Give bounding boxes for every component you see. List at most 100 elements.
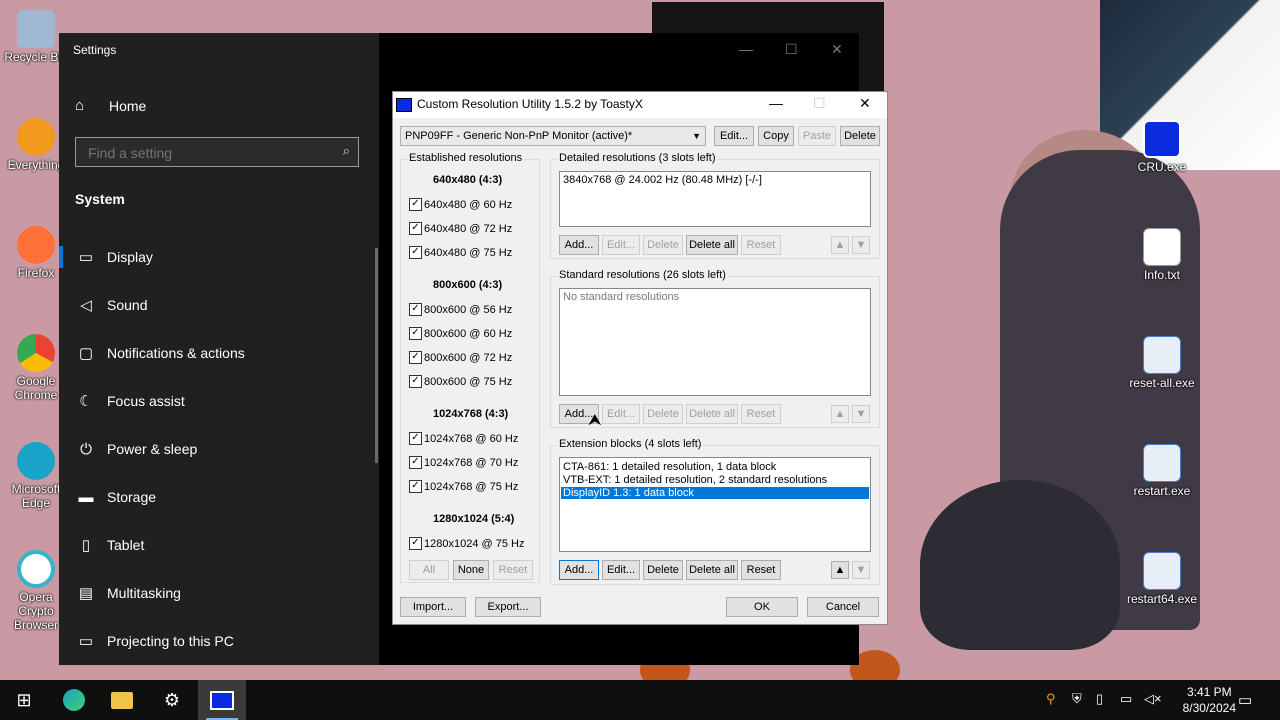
nav-storage[interactable]: ▬ Storage: [59, 473, 379, 521]
speaker-icon: ◁: [80, 297, 92, 314]
established-checkbox[interactable]: ✓ 800x600 @ 75 Hz: [409, 375, 512, 388]
sidebar-scrollbar[interactable]: [375, 248, 378, 463]
delete-monitor-button[interactable]: Delete: [840, 126, 880, 146]
usb-icon[interactable]: ▯: [1096, 691, 1103, 707]
delete-detailed-button[interactable]: Delete: [643, 235, 683, 255]
close-icon[interactable]: ✕: [831, 41, 843, 58]
list-item-selected[interactable]: DisplayID 1.3: 1 data block: [561, 487, 869, 499]
paste-button[interactable]: Paste: [798, 126, 836, 146]
chrome-icon: [17, 334, 55, 372]
established-checkbox[interactable]: ✓ 1024x768 @ 70 Hz: [409, 456, 518, 469]
start-button[interactable]: ⊞: [0, 680, 48, 720]
established-checkbox[interactable]: ✓ 640x480 @ 72 Hz: [409, 222, 512, 235]
arrow-up-icon[interactable]: ▲: [831, 405, 849, 423]
established-group-title: 800x600 (4:3): [433, 279, 503, 291]
nav-tablet[interactable]: ▯ Tablet: [59, 521, 379, 569]
desktop-icon-restart[interactable]: restart.exe: [1126, 444, 1198, 498]
reset-standard-button[interactable]: Reset: [741, 404, 781, 424]
established-checkbox[interactable]: ✓ 800x600 @ 72 Hz: [409, 351, 512, 364]
home-link[interactable]: ⌂ Home: [75, 97, 146, 114]
import-button[interactable]: Import...: [400, 597, 466, 617]
arrow-down-icon[interactable]: ▼: [852, 236, 870, 254]
desktop-icon-cru[interactable]: CRU.exe: [1126, 120, 1198, 174]
arrow-down-icon[interactable]: ▼: [852, 405, 870, 423]
clock[interactable]: 3:41 PM 8/30/2024: [1183, 684, 1236, 716]
delete-extension-button[interactable]: Delete: [643, 560, 683, 580]
reset-established-button[interactable]: Reset: [493, 560, 533, 580]
close-icon[interactable]: ✕: [859, 95, 871, 112]
maximize-icon[interactable]: ☐: [785, 41, 798, 58]
desktop-icon-restart64[interactable]: restart64.exe: [1126, 552, 1198, 606]
export-button[interactable]: Export...: [475, 597, 541, 617]
all-button[interactable]: All: [409, 560, 449, 580]
edge-icon: [63, 689, 85, 711]
add-detailed-button[interactable]: Add...: [559, 235, 599, 255]
nav-multitasking[interactable]: ▤ Multitasking: [59, 569, 379, 617]
power-icon: ⏻: [80, 440, 92, 458]
search-box[interactable]: ⌕: [75, 137, 359, 167]
cru-titlebar[interactable]: Custom Resolution Utility 1.5.2 by Toast…: [393, 92, 887, 118]
minimize-icon[interactable]: —: [739, 41, 753, 57]
arrow-down-icon[interactable]: ▼: [852, 561, 870, 579]
network-icon[interactable]: ▭: [1120, 691, 1132, 707]
established-checkbox[interactable]: ✓ 640x480 @ 60 Hz: [409, 198, 512, 211]
established-group-title: 1024x768 (4:3): [433, 408, 509, 420]
delete-all-standard-button[interactable]: Delete all: [686, 404, 738, 424]
extension-list[interactable]: CTA-861: 1 detailed resolution, 1 data b…: [559, 457, 871, 552]
edit-standard-button[interactable]: Edit...: [602, 404, 640, 424]
detailed-list[interactable]: 3840x768 @ 24.002 Hz (80.48 MHz) [-/-]: [559, 171, 871, 227]
nav-notifications[interactable]: ▢ Notifications & actions: [59, 329, 379, 377]
taskbar-edge[interactable]: [50, 680, 98, 720]
established-checkbox[interactable]: ✓ 800x600 @ 60 Hz: [409, 327, 512, 340]
none-button[interactable]: None: [453, 560, 489, 580]
list-item[interactable]: VTB-EXT: 1 detailed resolution, 2 standa…: [563, 474, 827, 486]
monitor-select[interactable]: PNP09FF - Generic Non-PnP Monitor (activ…: [400, 126, 706, 146]
cancel-button[interactable]: Cancel: [807, 597, 879, 617]
desktop-icon-info[interactable]: Info.txt: [1126, 228, 1198, 282]
taskbar-file-explorer[interactable]: [98, 680, 146, 720]
minimize-icon[interactable]: —: [769, 95, 783, 111]
nav-sound[interactable]: ◁ Sound: [59, 281, 379, 329]
search-input[interactable]: [86, 144, 330, 162]
established-checkbox[interactable]: ✓ 1280x1024 @ 75 Hz: [409, 537, 524, 550]
nav-projecting[interactable]: ▭ Projecting to this PC: [59, 617, 379, 665]
established-checkbox[interactable]: ✓ 800x600 @ 56 Hz: [409, 303, 512, 316]
arrow-up-icon[interactable]: ▲: [831, 561, 849, 579]
taskbar-settings[interactable]: ⚙: [148, 680, 196, 720]
notification-center-icon[interactable]: ▭: [1238, 691, 1252, 709]
delete-all-detailed-button[interactable]: Delete all: [686, 235, 738, 255]
reset-extension-button[interactable]: Reset: [741, 560, 781, 580]
edit-monitor-button[interactable]: Edit...: [714, 126, 754, 146]
established-checkbox[interactable]: ✓ 640x480 @ 75 Hz: [409, 246, 512, 259]
reset-detailed-button[interactable]: Reset: [741, 235, 781, 255]
established-checkbox[interactable]: ✓ 1024x768 @ 75 Hz: [409, 480, 518, 493]
shield-icon[interactable]: ⛨: [1072, 691, 1082, 707]
standard-list[interactable]: No standard resolutions: [559, 288, 871, 396]
copy-button[interactable]: Copy: [758, 126, 794, 146]
everything-tray-icon[interactable]: ⚲: [1046, 691, 1056, 707]
nav-power-sleep[interactable]: ⏻ Power & sleep: [59, 425, 379, 473]
ok-button[interactable]: OK: [726, 597, 798, 617]
add-extension-button[interactable]: Add...: [559, 560, 599, 580]
edit-detailed-button[interactable]: Edit...: [602, 235, 640, 255]
edit-extension-button[interactable]: Edit...: [602, 560, 640, 580]
nav-display[interactable]: ▭ Display: [59, 233, 379, 281]
delete-standard-button[interactable]: Delete: [643, 404, 683, 424]
list-item[interactable]: 3840x768 @ 24.002 Hz (80.48 MHz) [-/-]: [563, 174, 762, 186]
established-checkbox[interactable]: ✓ 1024x768 @ 60 Hz: [409, 432, 518, 445]
arrow-up-icon[interactable]: ▲: [831, 236, 849, 254]
checkbox-icon: ✓: [409, 375, 422, 388]
monitor-icon: ▭: [78, 249, 94, 266]
list-item[interactable]: CTA-861: 1 detailed resolution, 1 data b…: [563, 461, 776, 473]
nav-focus-assist[interactable]: ☾ Focus assist: [59, 377, 379, 425]
checkbox-icon: ✓: [409, 537, 422, 550]
cru-title: Custom Resolution Utility 1.5.2 by Toast…: [417, 97, 643, 111]
taskbar-cru[interactable]: [198, 680, 246, 720]
checkbox-icon: ✓: [409, 456, 422, 469]
detailed-label: Detailed resolutions (3 slots left): [557, 152, 718, 164]
desktop-icon-reset-all[interactable]: reset-all.exe: [1126, 336, 1198, 390]
delete-all-extension-button[interactable]: Delete all: [686, 560, 738, 580]
volume-muted-icon[interactable]: ◁×: [1144, 691, 1162, 707]
checkbox-icon: ✓: [409, 198, 422, 211]
search-icon: ⌕: [342, 143, 350, 158]
